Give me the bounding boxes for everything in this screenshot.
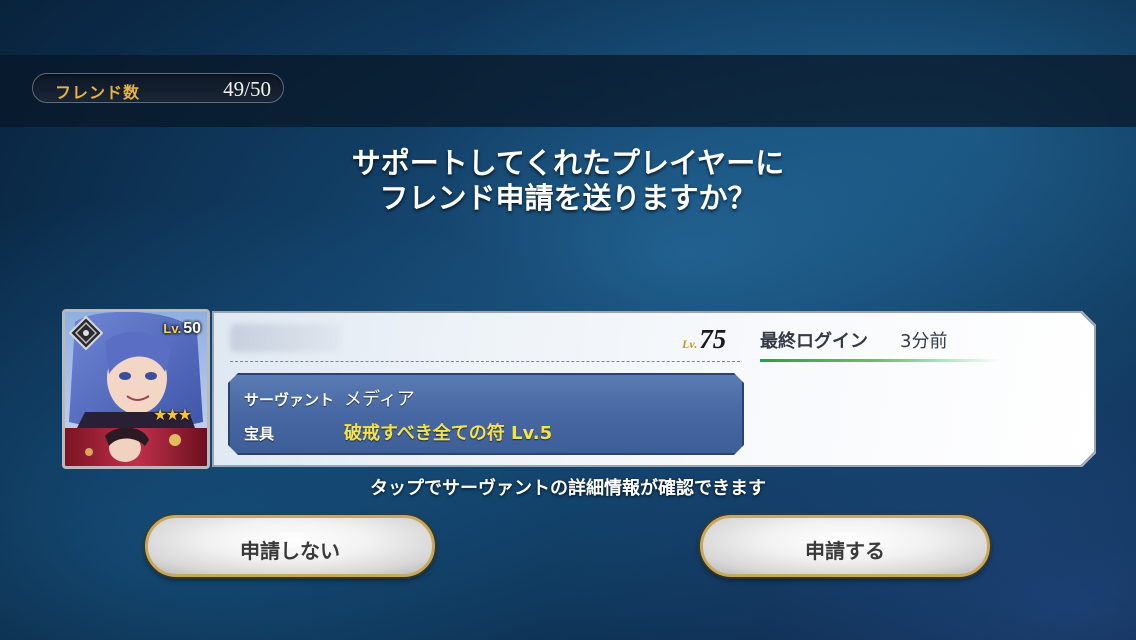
servant-portrait[interactable]: Lv. 50 ★★★ [62, 309, 210, 469]
decline-request-label: 申請しない [240, 539, 340, 563]
decline-request-button[interactable]: 申請しない [145, 515, 435, 577]
prompt-line-1: サポートしてくれたプレイヤーに [351, 146, 785, 180]
confirm-prompt: サポートしてくれたプレイヤーに フレンド申請を送りますか？ [0, 146, 1136, 216]
friend-count-value: 49/50 [223, 77, 271, 101]
tap-hint: タップでサーヴァントの詳細情報が確認できます [370, 478, 766, 499]
send-request-label: 申請する [805, 539, 885, 563]
caster-class-icon [69, 316, 103, 350]
send-request-button[interactable]: 申請する [700, 515, 990, 577]
servant-level-value: 50 [183, 320, 201, 337]
friend-count-pill: フレンド数 49/50 [32, 73, 284, 103]
servant-level: Lv. 50 [163, 320, 201, 338]
friend-count-label: フレンド数 [55, 83, 141, 102]
prompt-line-2: フレンド申請を送りますか？ [379, 181, 757, 215]
info-panel-border [212, 311, 1096, 467]
support-player-card[interactable]: Lv. 50 ★★★ Lv.75 最終ログイン 3分前 サーヴァント メディア 宝… [62, 309, 1096, 469]
servant-level-prefix: Lv. [163, 321, 182, 336]
rarity-stars: ★★★ [153, 405, 192, 424]
